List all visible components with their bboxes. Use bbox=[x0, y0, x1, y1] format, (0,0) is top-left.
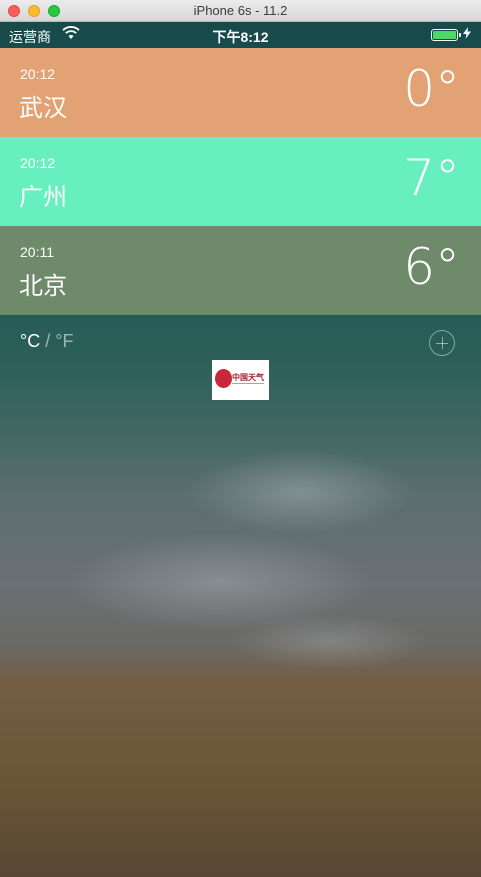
weather-china-logo[interactable]: 中国天气 bbox=[212, 360, 269, 400]
battery-level bbox=[433, 31, 456, 39]
celsius-option[interactable]: °C bbox=[20, 331, 40, 351]
city-row-wuhan[interactable]: 20:12 武汉 0° bbox=[0, 48, 481, 137]
city-temperature: 0° bbox=[403, 60, 460, 118]
simulator-screen: 运营商 下午8:12 20:12 武汉 0° 20:12 广州 7° 20:11… bbox=[0, 22, 481, 877]
city-update-time: 20:12 bbox=[20, 66, 56, 82]
city-row-beijing[interactable]: 20:11 北京 6° bbox=[0, 226, 481, 315]
plus-circle-icon[interactable] bbox=[429, 330, 455, 356]
battery-icon bbox=[431, 29, 461, 41]
fahrenheit-option[interactable]: °F bbox=[55, 331, 73, 351]
city-update-time: 20:12 bbox=[20, 155, 56, 171]
city-update-time: 20:11 bbox=[20, 244, 54, 260]
city-temperature: 7° bbox=[403, 149, 460, 207]
temperature-unit-toggle[interactable]: °C / °F bbox=[20, 331, 73, 352]
logo-text: 中国天气 bbox=[232, 372, 264, 382]
logo-seal-icon bbox=[215, 369, 232, 388]
city-name: 广州 bbox=[19, 184, 67, 211]
window-title: iPhone 6s - 11.2 bbox=[193, 3, 288, 18]
city-row-guangzhou[interactable]: 20:12 广州 7° bbox=[0, 137, 481, 226]
status-bar: 运营商 下午8:12 bbox=[0, 22, 481, 48]
city-temperature: 6° bbox=[403, 238, 460, 296]
city-list: 20:12 武汉 0° 20:12 广州 7° 20:11 北京 6° bbox=[0, 48, 481, 315]
bolt-icon bbox=[463, 27, 471, 39]
window-titlebar: iPhone 6s - 11.2 bbox=[0, 0, 481, 22]
city-name: 北京 bbox=[19, 273, 67, 300]
unit-separator: / bbox=[45, 331, 51, 351]
city-name: 武汉 bbox=[19, 95, 67, 122]
status-time: 下午8:12 bbox=[212, 29, 269, 45]
